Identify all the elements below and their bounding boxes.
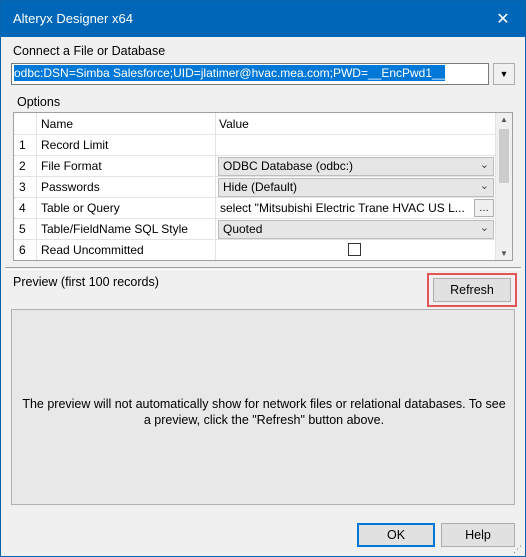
- close-icon[interactable]: ✕: [481, 1, 525, 37]
- row-number: 6: [19, 243, 26, 257]
- option-row-record-limit[interactable]: 1 Record Limit: [14, 134, 496, 156]
- connection-dropdown-button[interactable]: ▼: [493, 63, 515, 85]
- option-row-file-format[interactable]: 2 File Format ODBC Database (odbc:) ⌄: [14, 155, 496, 177]
- record-limit-field[interactable]: [215, 135, 496, 156]
- scroll-down-icon[interactable]: ▼: [500, 249, 508, 258]
- option-row-table-or-query[interactable]: 4 Table or Query select "Mitsubishi Elec…: [14, 197, 496, 219]
- options-label: Options: [17, 95, 61, 109]
- dialog-window: Alteryx Designer x64 ✕ Connect a File or…: [0, 0, 526, 557]
- connection-string: odbc:DSN=Simba Salesforce;UID=jlatimer@h…: [14, 65, 446, 81]
- option-name: Record Limit: [41, 138, 109, 152]
- grid-scrollbar[interactable]: ▲ ▼: [495, 113, 512, 260]
- grid-header: Name Value: [14, 113, 496, 135]
- scroll-up-icon[interactable]: ▲: [500, 115, 508, 124]
- chevron-down-icon: ⌄: [479, 180, 489, 192]
- option-name: File Format: [41, 159, 102, 173]
- chevron-down-icon: ⌄: [479, 159, 489, 171]
- title-bar: Alteryx Designer x64 ✕: [1, 1, 525, 37]
- row-number: 2: [19, 159, 26, 173]
- option-name: Passwords: [41, 180, 100, 194]
- passwords-select[interactable]: Hide (Default) ⌄: [218, 178, 494, 197]
- refresh-button[interactable]: Refresh: [433, 278, 511, 302]
- options-grid: Name Value 1 Record Limit 2 File Format …: [13, 112, 513, 261]
- option-name: Table/FieldName SQL Style: [41, 222, 188, 236]
- preview-label: Preview (first 100 records): [13, 275, 159, 289]
- chevron-down-icon: ▼: [499, 69, 509, 79]
- option-row-read-uncommitted[interactable]: 6 Read Uncommitted: [14, 239, 496, 260]
- column-header-name: Name: [41, 117, 74, 131]
- option-row-passwords[interactable]: 3 Passwords Hide (Default) ⌄: [14, 176, 496, 198]
- preview-message: The preview will not automatically show …: [22, 397, 506, 427]
- option-row-sql-style[interactable]: 5 Table/FieldName SQL Style Quoted ⌄: [14, 218, 496, 240]
- connect-label: Connect a File or Database: [13, 44, 166, 58]
- preview-area: The preview will not automatically show …: [11, 309, 515, 505]
- connection-input[interactable]: odbc:DSN=Simba Salesforce;UID=jlatimer@h…: [11, 63, 489, 85]
- row-number: 1: [19, 138, 26, 152]
- ok-button[interactable]: OK: [357, 523, 435, 547]
- splitter[interactable]: [5, 267, 521, 270]
- row-number: 5: [19, 222, 26, 236]
- table-or-query-value[interactable]: select "Mitsubishi Electric Trane HVAC U…: [220, 201, 468, 215]
- scroll-thumb[interactable]: [499, 129, 509, 183]
- option-name: Read Uncommitted: [41, 243, 144, 257]
- file-format-select[interactable]: ODBC Database (odbc:) ⌄: [218, 157, 494, 176]
- chevron-down-icon: ⌄: [479, 222, 489, 234]
- help-button[interactable]: Help: [441, 523, 515, 547]
- row-number: 3: [19, 180, 26, 194]
- read-uncommitted-checkbox[interactable]: [348, 243, 361, 256]
- column-header-value: Value: [219, 117, 249, 131]
- ellipsis-button[interactable]: …: [474, 199, 494, 217]
- option-name: Table or Query: [41, 201, 120, 215]
- window-title: Alteryx Designer x64: [13, 11, 133, 26]
- resize-grip-icon[interactable]: ⋰: [513, 544, 523, 554]
- row-number: 4: [19, 201, 26, 215]
- option-value: Quoted: [223, 222, 263, 236]
- option-value: ODBC Database (odbc:): [223, 159, 354, 173]
- option-value: Hide (Default): [223, 180, 298, 194]
- sql-style-select[interactable]: Quoted ⌄: [218, 220, 494, 239]
